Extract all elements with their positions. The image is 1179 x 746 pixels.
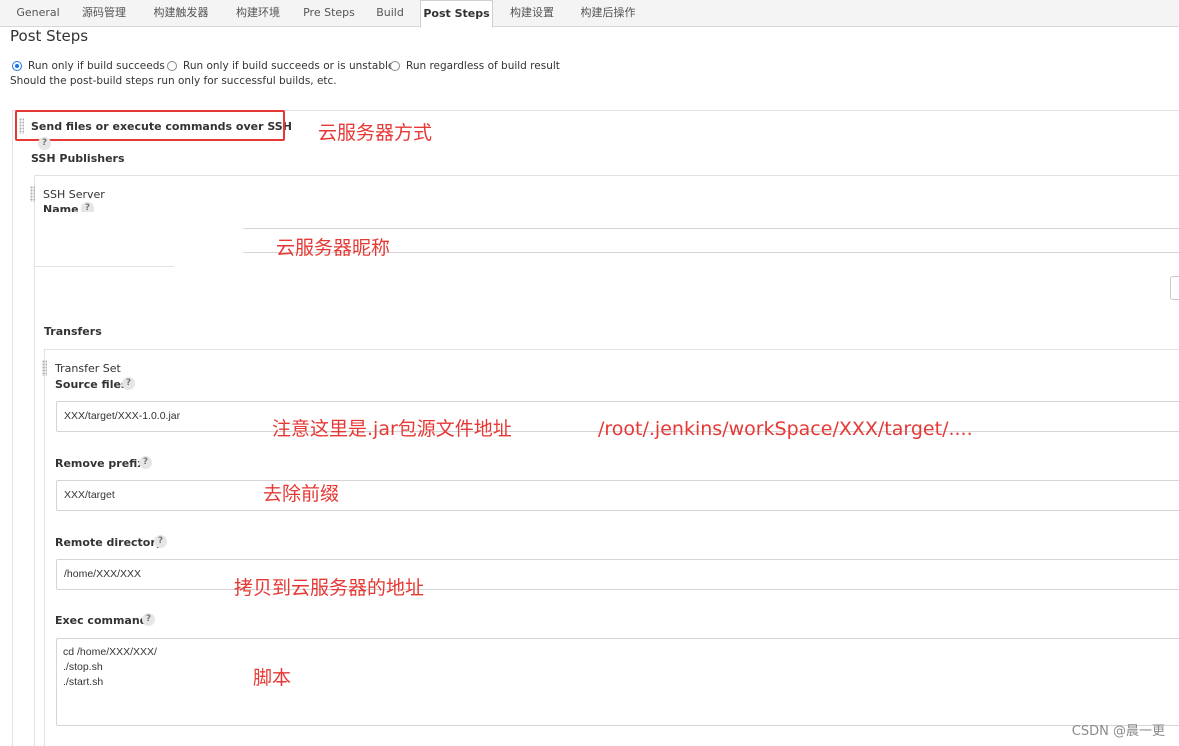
remove-prefix-label: Remove prefix [55, 457, 145, 470]
tab-post-steps[interactable]: Post Steps [420, 0, 493, 28]
drag-handle-icon[interactable] [42, 360, 47, 376]
ssh-server-label: SSH Server [43, 188, 105, 201]
radio-run-if-success[interactable]: Run only if build succeeds [12, 60, 165, 72]
highlight-box [15, 110, 285, 141]
tab-build-environment[interactable]: 构建环境 [226, 0, 290, 27]
annotation-step: 云服务器方式 [318, 122, 433, 144]
annotation-source: 注意这里是.jar包源文件地址 [272, 418, 512, 440]
radio-unselected-icon [167, 61, 177, 71]
server-border [34, 175, 35, 746]
remote-directory-input[interactable]: /home/XXX/XXX [56, 559, 1179, 590]
help-icon[interactable]: ? [81, 202, 94, 213]
transfers-label: Transfers [44, 325, 102, 338]
annotation-name: 云服务器昵称 [276, 237, 391, 259]
section-hint: Should the post-build steps run only for… [10, 75, 337, 87]
exec-command-label: Exec command [55, 614, 148, 627]
server-divider [34, 175, 1179, 176]
advanced-button[interactable] [1170, 276, 1179, 300]
remote-directory-label: Remote directory [55, 536, 163, 549]
annotation-prefix: 去除前缀 [263, 483, 340, 505]
server-inner-divider [34, 266, 174, 267]
transfer-set-label: Transfer Set [55, 362, 121, 375]
help-icon[interactable]: ? [139, 456, 152, 469]
watermark: CSDN @晨一更 [1071, 724, 1165, 739]
tab-build-settings[interactable]: 构建设置 [500, 0, 564, 27]
tab-post-build-actions[interactable]: 构建后操作 [571, 0, 645, 27]
tab-pre-steps[interactable]: Pre Steps [297, 0, 361, 27]
name-label: Name [43, 203, 79, 212]
tab-general[interactable]: General [10, 0, 66, 27]
tab-source-control[interactable]: 源码管理 [73, 0, 135, 27]
radio-label: Run only if build succeeds [28, 60, 165, 72]
help-icon[interactable]: ? [154, 535, 167, 548]
annotation-source-path: /root/.jenkins/workSpace/XXX/target/.... [598, 418, 973, 440]
transfer-divider [44, 349, 1179, 350]
section-title: Post Steps [10, 27, 89, 45]
tab-build[interactable]: Build [368, 0, 412, 27]
radio-selected-icon [12, 61, 22, 71]
annotation-remote: 拷贝到云服务器的地址 [234, 577, 425, 599]
radio-run-if-success-or-unstable[interactable]: Run only if build succeeds or is unstabl… [167, 60, 394, 72]
radio-label: Run regardless of build result [406, 60, 560, 72]
tab-build-triggers[interactable]: 构建触发器 [143, 0, 219, 27]
transfer-border [44, 349, 45, 746]
radio-unselected-icon [390, 61, 400, 71]
ssh-publishers-label: SSH Publishers [31, 152, 125, 165]
remove-prefix-input[interactable]: XXX/target [56, 480, 1179, 511]
radio-label: Run only if build succeeds or is unstabl… [183, 60, 395, 72]
help-icon[interactable]: ? [142, 613, 155, 626]
step-border [12, 110, 13, 746]
radio-run-regardless[interactable]: Run regardless of build result [390, 60, 560, 72]
exec-command-textarea[interactable]: cd /home/XXX/XXX/ ./stop.sh ./start.sh [56, 638, 1179, 726]
annotation-exec: 脚本 [253, 667, 292, 689]
help-icon[interactable]: ? [122, 377, 135, 390]
tab-bar: General 源码管理 构建触发器 构建环境 Pre Steps Build … [0, 0, 1179, 28]
drag-handle-icon[interactable] [30, 186, 35, 202]
help-icon[interactable]: ? [38, 137, 51, 150]
source-files-label: Source files [55, 378, 128, 391]
